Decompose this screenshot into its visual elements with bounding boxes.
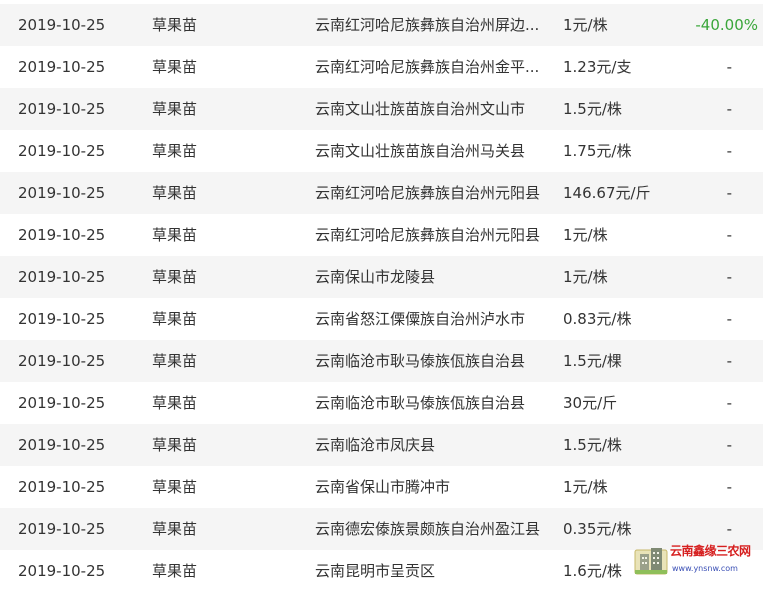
- change-cell: -: [726, 226, 732, 244]
- region-cell: 云南昆明市呈贡区: [315, 562, 436, 580]
- table-row: 2019-10-25 草果苗 云南省保山市腾冲市 1元/株 -: [0, 466, 763, 508]
- date-cell: 2019-10-25: [18, 184, 106, 202]
- change-cell: -: [726, 478, 732, 496]
- table-row: 2019-10-25 草果苗 云南红河哈尼族彝族自治州元阳县 1元/株 -: [0, 214, 763, 256]
- price-table: 2019-10-25 草果苗 云南红河哈尼族彝族自治州屏边... 1元/株 -40.00…: [0, 4, 763, 592]
- change-cell: -: [726, 142, 732, 160]
- change-cell: -: [726, 100, 732, 118]
- change-cell: -: [726, 352, 732, 370]
- change-cell: -: [726, 268, 732, 286]
- price-cell: 1.23元/支: [563, 58, 632, 76]
- price-cell: 1元/株: [563, 478, 608, 496]
- date-cell: 2019-10-25: [18, 520, 106, 538]
- change-cell: -: [726, 436, 732, 454]
- product-cell: 草果苗: [152, 436, 198, 454]
- date-cell: 2019-10-25: [18, 352, 106, 370]
- table-row: 2019-10-25 草果苗 云南省怒江傈僳族自治州泸水市 0.83元/株 -: [0, 298, 763, 340]
- product-cell: 草果苗: [152, 268, 198, 286]
- region-cell: 云南文山壮族苗族自治州文山市: [315, 100, 526, 118]
- watermark-title: 云南鑫缘三农网: [670, 544, 751, 558]
- product-cell: 草果苗: [152, 562, 198, 580]
- table-row: 2019-10-25 草果苗 云南临沧市耿马傣族佤族自治县 1.5元/棵 -: [0, 340, 763, 382]
- table-row: 2019-10-25 草果苗 云南红河哈尼族彝族自治州金平... 1.23元/支 -: [0, 46, 763, 88]
- building-logo-icon: [634, 548, 668, 575]
- date-cell: 2019-10-25: [18, 142, 106, 160]
- price-cell: 1元/株: [563, 226, 608, 244]
- price-cell: 146.67元/斤: [563, 184, 651, 202]
- region-cell: 云南红河哈尼族彝族自治州元阳县: [315, 184, 541, 202]
- date-cell: 2019-10-25: [18, 16, 106, 34]
- region-cell: 云南省保山市腾冲市: [315, 478, 451, 496]
- date-cell: 2019-10-25: [18, 394, 106, 412]
- price-cell: 1元/株: [563, 16, 608, 34]
- site-watermark: 云南鑫缘三农网 www.ynsnw.com: [630, 538, 751, 582]
- table-row: 2019-10-25 草果苗 云南临沧市耿马傣族佤族自治县 30元/斤 -: [0, 382, 763, 424]
- price-cell: 30元/斤: [563, 394, 618, 412]
- price-cell: 1元/株: [563, 268, 608, 286]
- change-cell: -: [726, 394, 732, 412]
- change-cell: -: [726, 310, 732, 328]
- price-cell: 1.75元/株: [563, 142, 632, 160]
- date-cell: 2019-10-25: [18, 58, 106, 76]
- price-cell: 1.5元/株: [563, 100, 622, 118]
- table-row: 2019-10-25 草果苗 云南临沧市凤庆县 1.5元/株 -: [0, 424, 763, 466]
- change-cell: -: [726, 184, 732, 202]
- date-cell: 2019-10-25: [18, 226, 106, 244]
- table-row: 2019-10-25 草果苗 云南保山市龙陵县 1元/株 -: [0, 256, 763, 298]
- price-cell: 1.5元/株: [563, 436, 622, 454]
- date-cell: 2019-10-25: [18, 436, 106, 454]
- watermark-url: www.ynsnw.com: [672, 564, 738, 573]
- region-cell: 云南文山壮族苗族自治州马关县: [315, 142, 526, 160]
- region-cell: 云南临沧市凤庆县: [315, 436, 436, 454]
- table-row: 2019-10-25 草果苗 云南文山壮族苗族自治州文山市 1.5元/株 -: [0, 88, 763, 130]
- date-cell: 2019-10-25: [18, 562, 106, 580]
- product-cell: 草果苗: [152, 394, 198, 412]
- product-cell: 草果苗: [152, 520, 198, 538]
- region-cell: 云南省怒江傈僳族自治州泸水市: [315, 310, 526, 328]
- product-cell: 草果苗: [152, 478, 198, 496]
- region-cell: 云南临沧市耿马傣族佤族自治县: [315, 394, 526, 412]
- table-row: 2019-10-25 草果苗 云南红河哈尼族彝族自治州元阳县 146.67元/斤 -: [0, 172, 763, 214]
- product-cell: 草果苗: [152, 310, 198, 328]
- change-cell: -40.00%: [695, 16, 758, 34]
- date-cell: 2019-10-25: [18, 268, 106, 286]
- region-cell: 云南保山市龙陵县: [315, 268, 436, 286]
- product-cell: 草果苗: [152, 58, 198, 76]
- region-cell: 云南红河哈尼族彝族自治州元阳县: [315, 226, 541, 244]
- product-cell: 草果苗: [152, 16, 198, 34]
- date-cell: 2019-10-25: [18, 310, 106, 328]
- region-cell: 云南临沧市耿马傣族佤族自治县: [315, 352, 526, 370]
- change-cell: -: [726, 58, 732, 76]
- price-cell: 0.83元/株: [563, 310, 632, 328]
- product-cell: 草果苗: [152, 184, 198, 202]
- product-cell: 草果苗: [152, 100, 198, 118]
- product-cell: 草果苗: [152, 142, 198, 160]
- date-cell: 2019-10-25: [18, 478, 106, 496]
- table-row: 2019-10-25 草果苗 云南文山壮族苗族自治州马关县 1.75元/株 -: [0, 130, 763, 172]
- product-cell: 草果苗: [152, 226, 198, 244]
- date-cell: 2019-10-25: [18, 100, 106, 118]
- price-cell: 1.5元/棵: [563, 352, 622, 370]
- product-cell: 草果苗: [152, 352, 198, 370]
- table-row: 2019-10-25 草果苗 云南红河哈尼族彝族自治州屏边... 1元/株 -40.00…: [0, 4, 763, 46]
- region-cell: 云南德宏傣族景颇族自治州盈江县: [315, 520, 541, 538]
- region-cell: 云南红河哈尼族彝族自治州屏边...: [315, 16, 540, 34]
- region-cell: 云南红河哈尼族彝族自治州金平...: [315, 58, 540, 76]
